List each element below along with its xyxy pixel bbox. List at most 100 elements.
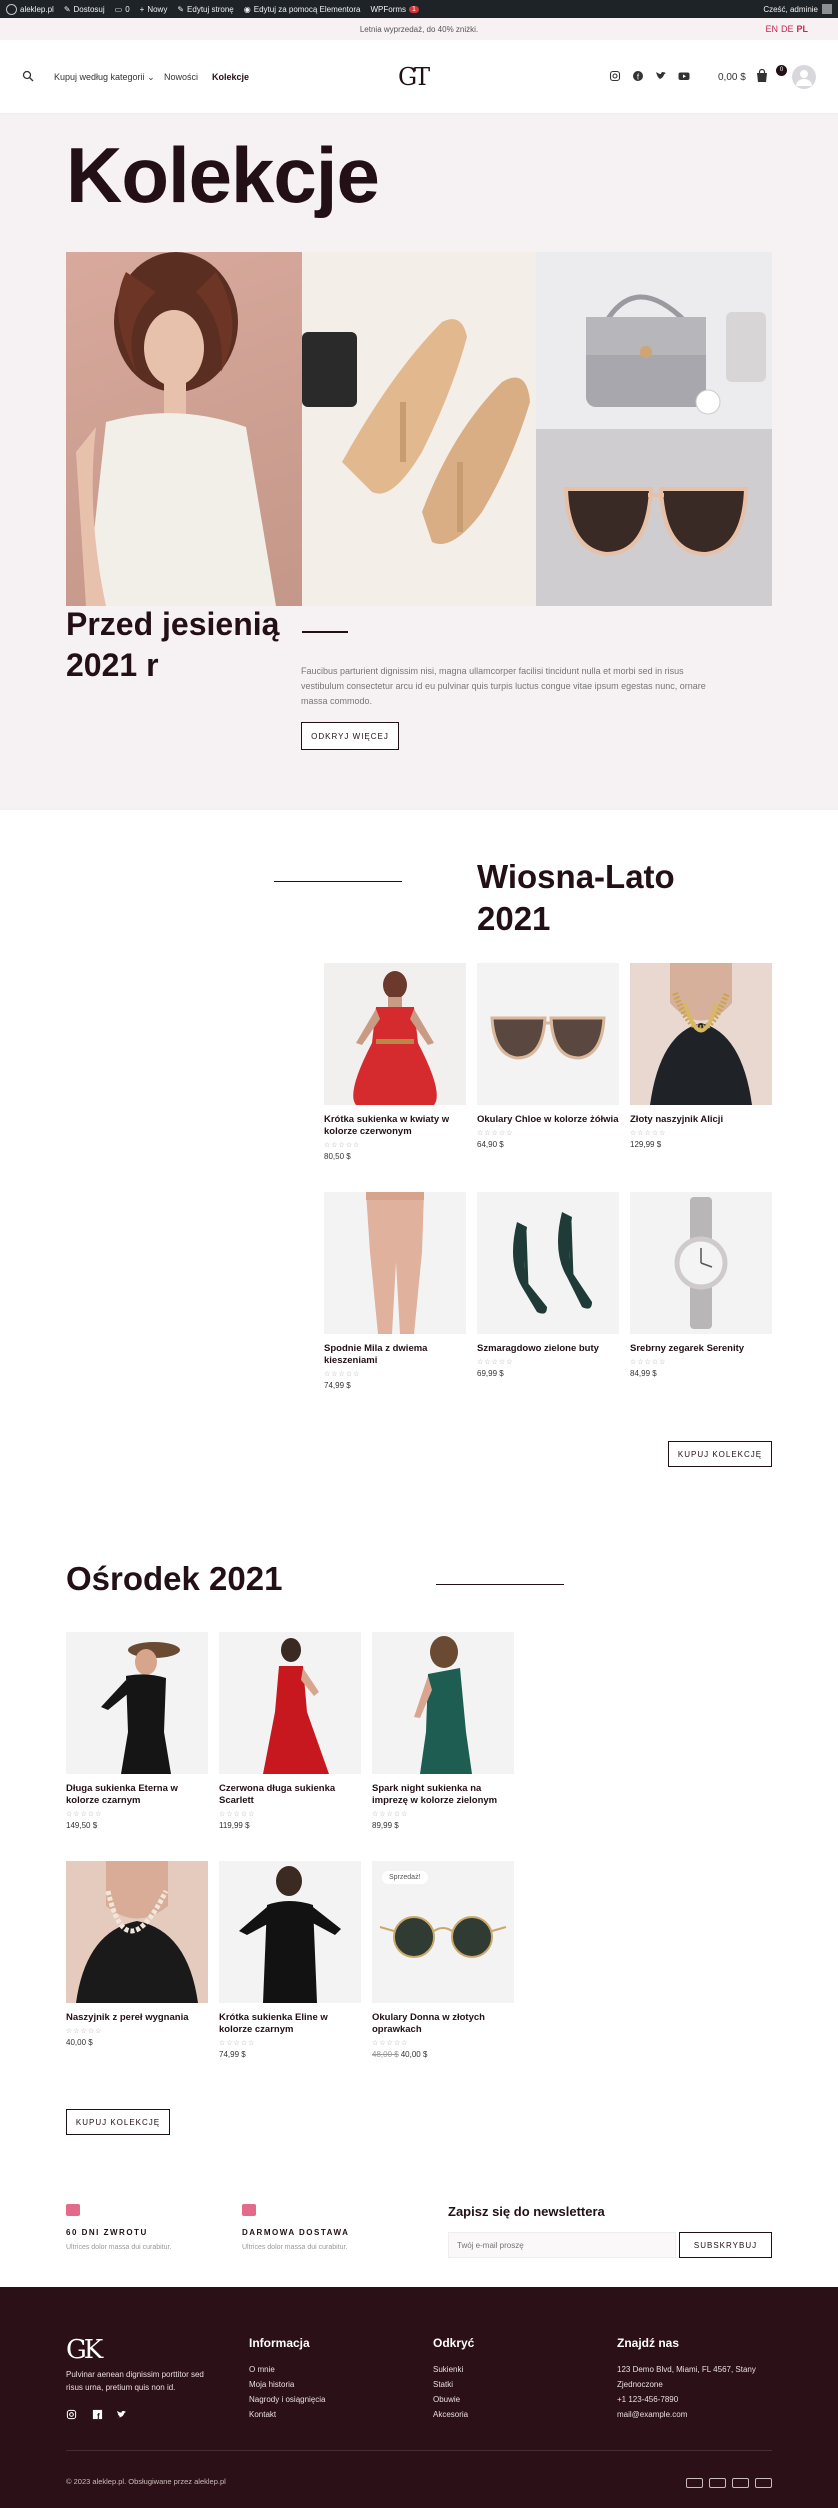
product-card[interactable]: Czerwona długa sukienka Scarlett ☆☆☆☆☆ 1… — [219, 1632, 361, 1830]
product-image[interactable] — [66, 1632, 208, 1774]
twitter-icon[interactable] — [116, 2409, 127, 2420]
footer-email[interactable]: mail@example.com — [617, 2407, 767, 2422]
user-avatar[interactable] — [792, 65, 816, 89]
footer-heading-find-us: Znajdź nas — [617, 2336, 680, 2350]
newsletter-email-input[interactable] — [448, 2232, 676, 2258]
product-image[interactable] — [219, 1861, 361, 2003]
rating-stars: ☆☆☆☆☆ — [66, 2028, 103, 2035]
youtube-icon[interactable] — [678, 70, 690, 82]
product-image[interactable] — [66, 1861, 208, 2003]
product-image[interactable] — [477, 963, 619, 1105]
facebook-icon[interactable]: f — [632, 70, 644, 82]
product-name[interactable]: Okulary Chloe w kolorze żółwia — [477, 1114, 619, 1126]
admin-customize-link[interactable]: ✎ Dostosuj — [64, 5, 105, 14]
search-icon[interactable] — [22, 70, 34, 82]
product-card[interactable]: Złoty naszyjnik Alicji ☆☆☆☆☆ 129,99 $ — [630, 963, 772, 1149]
feature-title: 60 DNI ZWROTU — [66, 2228, 148, 2237]
footer-link[interactable]: Obuwie — [433, 2392, 468, 2407]
admin-new-link[interactable]: + Nowy — [140, 5, 168, 14]
admin-avatar — [822, 4, 832, 14]
elementor-icon: ◉ — [243, 4, 251, 14]
footer-link[interactable]: Sukienki — [433, 2362, 468, 2377]
hero-photo-model — [66, 252, 302, 606]
footer-link[interactable]: Statki — [433, 2377, 468, 2392]
product-card[interactable]: Naszyjnik z pereł wygnania ☆☆☆☆☆ 40,00 $ — [66, 1861, 208, 2047]
rating-stars: ☆☆☆☆☆ — [630, 1359, 667, 1366]
truck-icon — [242, 2204, 256, 2216]
footer-logo[interactable]: GK — [66, 2335, 103, 2365]
product-image[interactable] — [324, 1192, 466, 1334]
footer-address: 123 Demo Blvd, Miami, FL 4567, Stany Zje… — [617, 2365, 756, 2389]
product-card[interactable]: Krótka sukienka Eline w kolorze czarnym … — [219, 1861, 361, 2059]
admin-comments-link[interactable]: ▭ 0 — [115, 5, 130, 14]
admin-site-link[interactable]: aleklep.pl — [6, 3, 54, 15]
hero-photo-bag — [536, 252, 772, 429]
footer-links-info: O mnie Moja historia Nagrody i osiągnięc… — [249, 2362, 326, 2422]
nav-shop-by-category[interactable]: Kupuj według kategorii ⌄ — [54, 72, 155, 83]
shop-collection-button[interactable]: KUPUJ KOLEKCJĘ — [66, 2109, 170, 2135]
product-price: 48,00 $40,00 $ — [372, 2050, 428, 2059]
instagram-icon[interactable] — [609, 70, 621, 82]
lang-pl[interactable]: PL — [796, 24, 808, 34]
language-switcher: EN DE PL — [762, 24, 808, 34]
facebook-icon[interactable]: f — [92, 2409, 103, 2420]
product-name[interactable]: Szmaragdowo zielone buty — [477, 1343, 619, 1355]
shop-collection-button[interactable]: KUPUJ KOLEKCJĘ — [668, 1441, 772, 1467]
footer-link[interactable]: O mnie — [249, 2362, 326, 2377]
product-card[interactable]: Spodnie Mila z dwiema kieszeniami ☆☆☆☆☆ … — [324, 1192, 466, 1390]
admin-account[interactable]: Cześć, adminie — [763, 4, 832, 14]
product-card[interactable]: Srebrny zegarek Serenity ☆☆☆☆☆ 84,99 $ — [630, 1192, 772, 1378]
admin-edit-page-link[interactable]: ✎ Edytuj stronę — [177, 5, 233, 14]
page-title: Kolekcje — [66, 131, 380, 219]
product-name[interactable]: Srebrny zegarek Serenity — [630, 1343, 772, 1355]
twitter-icon[interactable] — [655, 70, 667, 82]
product-image[interactable] — [324, 963, 466, 1105]
product-name[interactable]: Krótka sukienka w kwiaty w kolorze czerw… — [324, 1114, 466, 1138]
sale-badge: Sprzedaż! — [382, 1871, 428, 1884]
lang-de[interactable]: DE — [781, 24, 794, 34]
product-image[interactable] — [219, 1632, 361, 1774]
product-name[interactable]: Naszyjnik z pereł wygnania — [66, 2012, 208, 2024]
old-price: 48,00 $ — [372, 2050, 399, 2059]
shopping-bag-icon[interactable] — [755, 69, 769, 83]
product-image[interactable] — [630, 963, 772, 1105]
product-card[interactable]: Szmaragdowo zielone buty ☆☆☆☆☆ 69,99 $ — [477, 1192, 619, 1378]
product-image[interactable] — [372, 1632, 514, 1774]
product-price: 69,99 $ — [477, 1369, 504, 1378]
payment-card-icon — [686, 2478, 703, 2488]
product-name[interactable]: Spark night sukienka na imprezę w kolorz… — [372, 1783, 514, 1807]
site-logo[interactable]: GT — [398, 63, 430, 91]
footer-description: Pulvinar aenean dignissim porttitor sed … — [66, 2370, 204, 2392]
footer-divider — [66, 2450, 772, 2451]
footer-phone[interactable]: +1 123-456-7890 — [617, 2392, 767, 2407]
footer-link[interactable]: Nagrody i osiągnięcia — [249, 2392, 326, 2407]
footer-link[interactable]: Moja historia — [249, 2377, 326, 2392]
cart-total[interactable]: 0,00 $ — [718, 72, 746, 83]
subscribe-button[interactable]: SUBSKRYBUJ — [679, 2232, 772, 2258]
cart-count-badge: 0 — [776, 65, 787, 76]
product-name[interactable]: Złoty naszyjnik Alicji — [630, 1114, 772, 1126]
product-card[interactable]: Okulary Chloe w kolorze żółwia ☆☆☆☆☆ 64,… — [477, 963, 619, 1149]
product-name[interactable]: Długa sukienka Eterna w kolorze czarnym — [66, 1783, 208, 1807]
product-name[interactable]: Spodnie Mila z dwiema kieszeniami — [324, 1343, 466, 1367]
discover-more-button[interactable]: ODKRYJ WIĘCEJ — [301, 722, 399, 750]
admin-wpforms-link[interactable]: WPForms 1 — [370, 5, 419, 14]
wordpress-icon[interactable] — [6, 3, 17, 15]
product-image[interactable] — [477, 1192, 619, 1334]
product-name[interactable]: Czerwona długa sukienka Scarlett — [219, 1783, 361, 1807]
product-image[interactable] — [630, 1192, 772, 1334]
product-card[interactable]: Krótka sukienka w kwiaty w kolorze czerw… — [324, 963, 466, 1161]
footer-link[interactable]: Kontakt — [249, 2407, 326, 2422]
lang-en[interactable]: EN — [765, 24, 778, 34]
product-card[interactable]: Sprzedaż! Okulary Donna w złotych oprawk… — [372, 1861, 514, 2059]
product-card[interactable]: Spark night sukienka na imprezę w kolorz… — [372, 1632, 514, 1830]
nav-new[interactable]: Nowości — [164, 72, 198, 82]
instagram-icon[interactable] — [66, 2409, 77, 2420]
product-name[interactable]: Krótka sukienka Eline w kolorze czarnym — [219, 2012, 361, 2036]
nav-collections[interactable]: Kolekcje — [212, 72, 249, 82]
admin-elementor-link[interactable]: ◉ Edytuj za pomocą Elementora — [244, 5, 361, 14]
product-name[interactable]: Okulary Donna w złotych oprawkach — [372, 2012, 514, 2036]
product-card[interactable]: Długa sukienka Eterna w kolorze czarnym … — [66, 1632, 208, 1830]
footer-link[interactable]: Akcesoria — [433, 2407, 468, 2422]
product-image[interactable]: Sprzedaż! — [372, 1861, 514, 2003]
